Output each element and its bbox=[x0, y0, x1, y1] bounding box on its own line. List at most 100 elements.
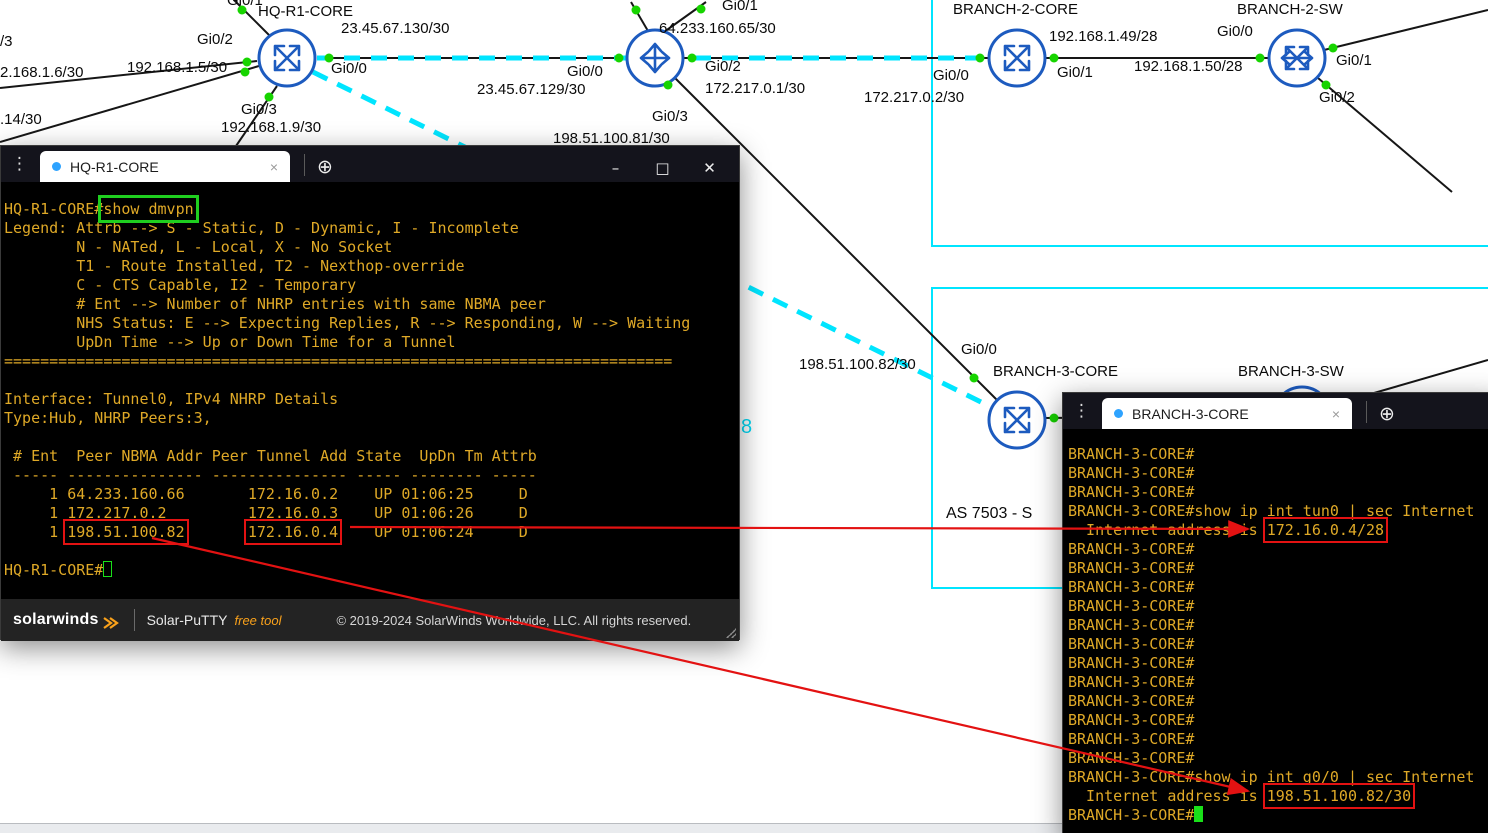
terminal-line: Type:Hub, NHRP Peers:3, bbox=[4, 409, 739, 428]
terminal-text: BRANCH-3-CORE# bbox=[1068, 578, 1194, 596]
terminal-line: BRANCH-3-CORE# bbox=[1068, 730, 1488, 749]
router-branch-2-core-icon[interactable] bbox=[989, 30, 1045, 86]
terminal-line: BRANCH-3-CORE# bbox=[1068, 806, 1488, 825]
terminal-line: ----- --------------- --------------- --… bbox=[4, 466, 739, 485]
terminal-line: Legend: Attrb --> S - Static, D - Dynami… bbox=[4, 219, 739, 238]
highlight-box-red: 172.16.0.4 bbox=[248, 523, 338, 541]
new-session-icon[interactable]: ⊕ bbox=[1379, 403, 1395, 425]
terminal-text: HQ-R1-CORE# bbox=[4, 561, 103, 579]
terminal-line: BRANCH-3-CORE# bbox=[1068, 616, 1488, 635]
session-status-dot bbox=[1114, 409, 1123, 418]
terminal-text: HQ-R1-CORE# bbox=[4, 200, 103, 218]
maximize-button[interactable]: □ bbox=[639, 159, 686, 177]
terminal-line: BRANCH-3-CORE# bbox=[1068, 464, 1488, 483]
terminal-line: Internet address is 198.51.100.82/30 bbox=[1068, 787, 1488, 806]
solarwinds-logo-icon bbox=[102, 616, 120, 630]
terminal-line bbox=[4, 428, 739, 447]
terminal-text: ----- --------------- --------------- --… bbox=[4, 466, 537, 484]
terminal-line: BRANCH-3-CORE# bbox=[1068, 445, 1488, 464]
terminal-text: BRANCH-3-CORE# bbox=[1068, 806, 1194, 824]
session-tab-label: BRANCH-3-CORE bbox=[1132, 406, 1328, 422]
session-tab-label: HQ-R1-CORE bbox=[70, 159, 266, 175]
terminal-line: BRANCH-3-CORE# bbox=[1068, 559, 1488, 578]
switch-branch-2-sw-icon[interactable] bbox=[1269, 30, 1325, 86]
terminal-text: # Ent Peer NBMA Addr Peer Tunnel Add Sta… bbox=[4, 447, 537, 465]
terminal-line: C - CTS Capable, I2 - Temporary bbox=[4, 276, 739, 295]
terminal-text: UpDn Time --> Up or Down Time for a Tunn… bbox=[4, 333, 456, 351]
terminal-line: # Ent --> Number of NHRP entries with sa… bbox=[4, 295, 739, 314]
terminal-text: BRANCH-3-CORE# bbox=[1068, 616, 1194, 634]
terminal-line: ========================================… bbox=[4, 352, 739, 371]
resize-grip[interactable] bbox=[726, 628, 736, 638]
session-tab-hq[interactable]: HQ-R1-CORE × bbox=[40, 151, 290, 182]
terminal-text: C - CTS Capable, I2 - Temporary bbox=[4, 276, 356, 294]
new-session-icon[interactable]: ⊕ bbox=[317, 156, 333, 178]
terminal-line: BRANCH-3-CORE# bbox=[1068, 673, 1488, 692]
terminal-text: # Ent --> Number of NHRP entries with sa… bbox=[4, 295, 546, 313]
terminal-line: NHS Status: E --> Expecting Replies, R -… bbox=[4, 314, 739, 333]
terminal-text: BRANCH-3-CORE# bbox=[1068, 559, 1194, 577]
window-controls: – □ ✕ bbox=[592, 159, 733, 177]
terminal-text: BRANCH-3-CORE# bbox=[1068, 540, 1194, 558]
terminal-text: Type:Hub, NHRP Peers:3, bbox=[4, 409, 212, 427]
terminal-text: BRANCH-3-CORE# bbox=[1068, 635, 1194, 653]
terminal-text: Legend: Attrb --> S - Static, D - Dynami… bbox=[4, 219, 519, 237]
terminal-line bbox=[4, 542, 739, 561]
desktop-canvas: Gi0/1HQ-R1-CORE23.45.67.130/30Gi0/2/3192… bbox=[0, 0, 1488, 833]
session-tab-branch3[interactable]: BRANCH-3-CORE × bbox=[1102, 398, 1352, 429]
close-button[interactable]: ✕ bbox=[686, 159, 733, 177]
terminal-line bbox=[4, 371, 739, 390]
copyright-text: © 2019-2024 SolarWinds Worldwide, LLC. A… bbox=[336, 613, 691, 628]
terminal-output-branch3[interactable]: BRANCH-3-CORE#BRANCH-3-CORE#BRANCH-3-COR… bbox=[1063, 429, 1488, 833]
terminal-text: 1 64.233.160.66 172.16.0.2 UP 01:06:25 D bbox=[4, 485, 528, 503]
terminal-text: BRANCH-3-CORE# bbox=[1068, 673, 1194, 691]
terminal-text: BRANCH-3-CORE# bbox=[1068, 730, 1194, 748]
terminal-text: ========================================… bbox=[4, 352, 672, 370]
tab-divider bbox=[1366, 401, 1367, 423]
terminal-output-hq[interactable]: HQ-R1-CORE#show dmvpnLegend: Attrb --> S… bbox=[1, 182, 739, 599]
highlight-box-red: 198.51.100.82/30 bbox=[1267, 787, 1412, 805]
router-isp-icon[interactable] bbox=[627, 30, 683, 86]
minimize-button[interactable]: – bbox=[592, 159, 639, 177]
terminal-text: BRANCH-3-CORE# bbox=[1068, 654, 1194, 672]
terminal-line: Internet address is 172.16.0.4/28 bbox=[1068, 521, 1488, 540]
terminal-text: Internet address is bbox=[1068, 787, 1267, 805]
router-hq-r1-core-icon[interactable] bbox=[259, 30, 315, 86]
terminal-line: HQ-R1-CORE#show dmvpn bbox=[4, 200, 739, 219]
terminal-cursor bbox=[103, 561, 112, 577]
highlight-box-red: 172.16.0.4/28 bbox=[1267, 521, 1384, 539]
titlebar-branch3[interactable]: ⋮ BRANCH-3-CORE × ⊕ bbox=[1063, 393, 1488, 429]
terminal-line: BRANCH-3-CORE#show ip int tun0 | sec Int… bbox=[1068, 502, 1488, 521]
solar-putty-footer: solarwinds Solar-PuTTY free tool © 2019-… bbox=[1, 599, 739, 641]
terminal-text: BRANCH-3-CORE#show ip int g0/0 | sec Int… bbox=[1068, 768, 1474, 786]
terminal-text: BRANCH-3-CORE# bbox=[1068, 464, 1194, 482]
terminal-line: BRANCH-3-CORE# bbox=[1068, 597, 1488, 616]
tab-close-icon[interactable]: × bbox=[1328, 406, 1344, 422]
terminal-cursor bbox=[1194, 806, 1203, 822]
terminal-text: Interface: Tunnel0, IPv4 NHRP Details bbox=[4, 390, 338, 408]
terminal-text: BRANCH-3-CORE# bbox=[1068, 692, 1194, 710]
terminal-text: BRANCH-3-CORE# bbox=[1068, 445, 1194, 463]
terminal-line: BRANCH-3-CORE# bbox=[1068, 692, 1488, 711]
terminal-text: N - NATed, L - Local, X - No Socket bbox=[4, 238, 392, 256]
terminal-text: T1 - Route Installed, T2 - Nexthop-overr… bbox=[4, 257, 465, 275]
menu-icon[interactable]: ⋮ bbox=[1063, 401, 1102, 429]
terminal-line: # Ent Peer NBMA Addr Peer Tunnel Add Sta… bbox=[4, 447, 739, 466]
terminal-text: UP 01:06:24 D bbox=[338, 523, 528, 541]
terminal-text: BRANCH-3-CORE#show ip int tun0 | sec Int… bbox=[1068, 502, 1474, 520]
terminal-line: Interface: Tunnel0, IPv4 NHRP Details bbox=[4, 390, 739, 409]
titlebar-hq[interactable]: ⋮ HQ-R1-CORE × ⊕ – □ ✕ bbox=[1, 146, 739, 182]
tab-divider bbox=[304, 154, 305, 176]
terminal-text: BRANCH-3-CORE# bbox=[1068, 711, 1194, 729]
terminal-text bbox=[185, 523, 248, 541]
terminal-text: Internet address is bbox=[1068, 521, 1267, 539]
free-tool-link[interactable]: free tool bbox=[235, 613, 282, 628]
terminal-line: BRANCH-3-CORE#show ip int g0/0 | sec Int… bbox=[1068, 768, 1488, 787]
menu-icon[interactable]: ⋮ bbox=[1, 154, 40, 182]
solar-putty-window-branch3: ⋮ BRANCH-3-CORE × ⊕ BRANCH-3-CORE#BRANCH… bbox=[1062, 392, 1488, 833]
terminal-line: BRANCH-3-CORE# bbox=[1068, 540, 1488, 559]
terminal-line: BRANCH-3-CORE# bbox=[1068, 483, 1488, 502]
tab-close-icon[interactable]: × bbox=[266, 159, 282, 175]
router-branch-3-core-icon[interactable] bbox=[989, 392, 1045, 448]
terminal-text: NHS Status: E --> Expecting Replies, R -… bbox=[4, 314, 690, 332]
